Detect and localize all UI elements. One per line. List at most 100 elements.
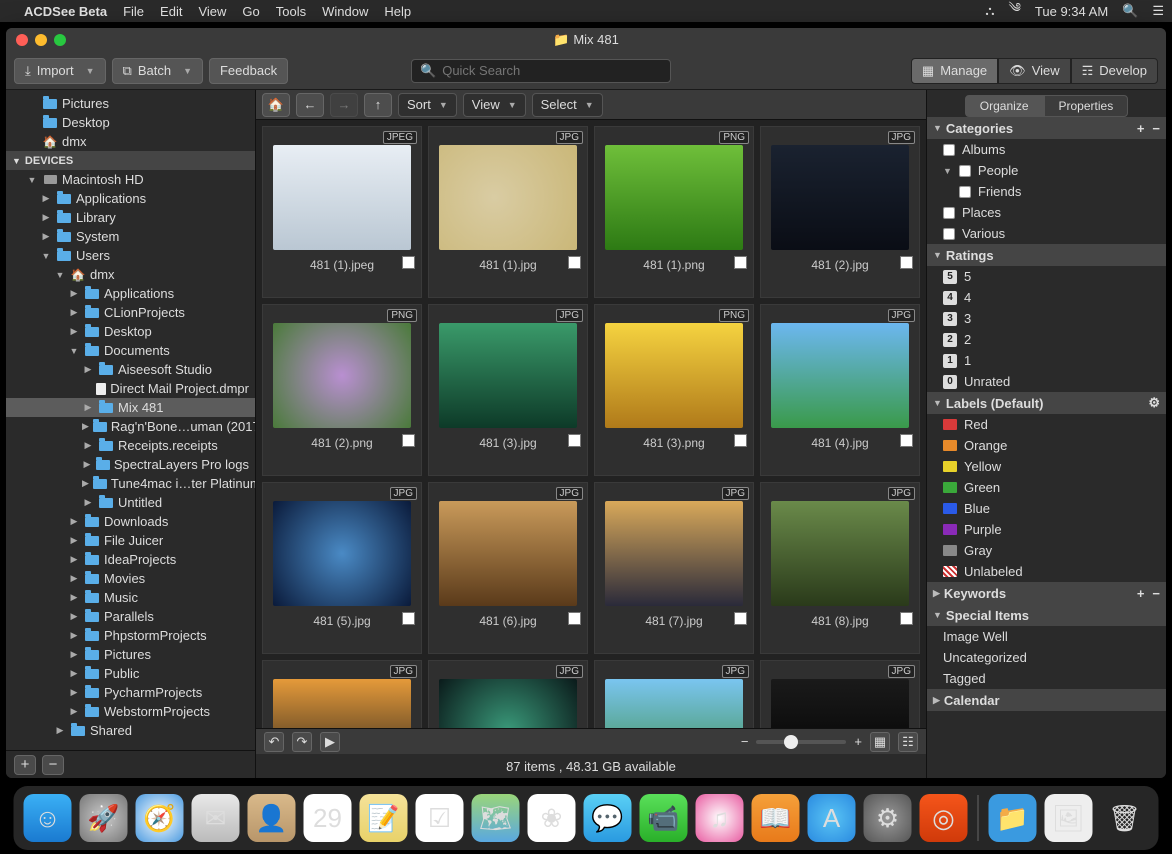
dock-desktop-stack-icon[interactable]: 🖼 (1045, 794, 1093, 842)
category-item[interactable]: Places (927, 202, 1166, 223)
tree-item[interactable]: ▶Untitled (6, 493, 255, 512)
label-item[interactable]: Red (927, 414, 1166, 435)
thumbnail-checkbox[interactable] (402, 612, 415, 625)
rating-item[interactable]: 33 (927, 308, 1166, 329)
disclosure-icon[interactable]: ▶ (82, 459, 92, 470)
disclosure-icon[interactable]: ▼ (54, 270, 66, 280)
menubar-fan-icon[interactable]: ༄ (1009, 0, 1021, 30)
nav-home[interactable]: 🏠 (262, 93, 290, 117)
thumbnail[interactable]: JPG481 (1).jpg (428, 126, 588, 298)
dock-launchpad-icon[interactable]: 🚀 (80, 794, 128, 842)
remove-button[interactable]: − (42, 755, 64, 775)
tree-item[interactable]: Direct Mail Project.dmpr (6, 379, 255, 398)
rotate-cw-button[interactable]: ↷ (292, 732, 312, 752)
thumbnail-checkbox[interactable] (568, 612, 581, 625)
thumbnail[interactable]: JPEG481 (1).jpeg (262, 126, 422, 298)
tree-item[interactable]: ▶Applications (6, 284, 255, 303)
batch-button[interactable]: ⧉ Batch ▼ (112, 58, 203, 84)
special-item[interactable]: Image Well (927, 626, 1166, 647)
select-dropdown[interactable]: Select▼ (532, 93, 603, 117)
disclosure-icon[interactable]: ▶ (68, 554, 80, 565)
disclosure-icon[interactable]: ▶ (68, 288, 80, 299)
disclosure-icon[interactable]: ▶ (82, 497, 94, 508)
tree-item[interactable]: ▼Documents (6, 341, 255, 360)
label-item[interactable]: Unlabeled (927, 561, 1166, 582)
menu-help[interactable]: Help (384, 4, 411, 19)
thumbnail[interactable]: JPG481 (2).jpg (760, 126, 920, 298)
thumbnail[interactable]: JPG481 (5).jpg (262, 482, 422, 654)
thumbnail-checkbox[interactable] (900, 256, 913, 269)
dock-notes-icon[interactable]: 📝 (360, 794, 408, 842)
dock-itunes-icon[interactable]: ♫ (696, 794, 744, 842)
thumbnail[interactable]: PNG481 (3).png (594, 304, 754, 476)
thumbnail[interactable]: JPG481 (4).jpg (760, 304, 920, 476)
dock-maps-icon[interactable]: 🗺 (472, 794, 520, 842)
category-item[interactable]: Friends (927, 181, 1166, 202)
special-item[interactable]: Tagged (927, 668, 1166, 689)
tree-item[interactable]: ▶IdeaProjects (6, 550, 255, 569)
tree-item[interactable]: ▶WebstormProjects (6, 702, 255, 721)
disclosure-icon[interactable]: ▶ (68, 326, 80, 337)
disclosure-icon[interactable]: ▶ (68, 592, 80, 603)
label-item[interactable]: Yellow (927, 456, 1166, 477)
minimize-button[interactable] (35, 34, 47, 46)
rating-item[interactable]: 44 (927, 287, 1166, 308)
dock-acdsee-icon[interactable]: ◎ (920, 794, 968, 842)
tree-item[interactable]: ▶Pictures (6, 645, 255, 664)
viewmode-detail[interactable]: ☷ (898, 732, 918, 752)
dock-contacts-icon[interactable]: 👤 (248, 794, 296, 842)
app-name[interactable]: ACDSee Beta (24, 4, 107, 19)
thumbnail-checkbox[interactable] (734, 434, 747, 447)
search-input[interactable] (442, 63, 662, 78)
menu-file[interactable]: File (123, 4, 144, 19)
disclosure-icon[interactable]: ▶ (40, 231, 52, 242)
rating-item[interactable]: 22 (927, 329, 1166, 350)
tree-item[interactable]: Pictures (6, 94, 255, 113)
zoom-out-icon[interactable]: − (741, 734, 749, 749)
disclosure-icon[interactable]: ▶ (68, 307, 80, 318)
disclosure-icon[interactable]: ▶ (68, 649, 80, 660)
disclosure-icon[interactable]: ▶ (40, 212, 52, 223)
label-item[interactable]: Green (927, 477, 1166, 498)
menubar-extra-icon[interactable]: ⛬ (985, 3, 994, 19)
import-button[interactable]: ⤓ Import ▼ (14, 58, 106, 84)
category-item[interactable]: ▼People (927, 160, 1166, 181)
tree-item[interactable]: ▶Mix 481 (6, 398, 255, 417)
disclosure-icon[interactable]: ▶ (82, 478, 89, 489)
zoom-button[interactable] (54, 34, 66, 46)
dock-appstore-icon[interactable]: A (808, 794, 856, 842)
rotate-ccw-button[interactable]: ↶ (264, 732, 284, 752)
tree-item[interactable]: ▶Movies (6, 569, 255, 588)
thumbnail[interactable]: JPG481 (10).jpg (428, 660, 588, 728)
tab-organize[interactable]: Organize (965, 95, 1044, 117)
disclosure-icon[interactable]: ▶ (68, 687, 80, 698)
tree-item[interactable]: ▶Tune4mac i…ter Platinum (6, 474, 255, 493)
tree-item[interactable]: ▶PycharmProjects (6, 683, 255, 702)
disclosure-icon[interactable]: ▶ (68, 535, 80, 546)
dock-preferences-icon[interactable]: ⚙ (864, 794, 912, 842)
checkbox[interactable] (959, 186, 971, 198)
zoom-slider[interactable] (756, 740, 846, 744)
menu-edit[interactable]: Edit (160, 4, 182, 19)
add-button[interactable]: + (14, 755, 36, 775)
categories-header[interactable]: ▼Categories+− (927, 117, 1166, 139)
tree-item[interactable]: ▶Applications (6, 189, 255, 208)
disclosure-icon[interactable]: ▶ (82, 364, 94, 375)
category-item[interactable]: Albums (927, 139, 1166, 160)
mode-manage[interactable]: ▦Manage (911, 58, 998, 84)
checkbox[interactable] (959, 165, 971, 177)
tree-item[interactable]: Desktop (6, 113, 255, 132)
thumbnail[interactable]: JPG481 (7).jpg (594, 482, 754, 654)
tree-item[interactable]: ▶Shared (6, 721, 255, 740)
thumbnail[interactable]: JPG481 (11).jpg (594, 660, 754, 728)
disclosure-icon[interactable]: ▼ (40, 251, 52, 261)
disclosure-icon[interactable]: ▶ (68, 573, 80, 584)
dock-downloads-icon[interactable]: 📁 (989, 794, 1037, 842)
zoom-knob[interactable] (784, 735, 798, 749)
menubar-clock[interactable]: Tue 9:34 AM (1035, 4, 1108, 19)
tree-item[interactable]: ▶Downloads (6, 512, 255, 531)
tree-item[interactable]: ▶Rag'n'Bone…uman (2017) (6, 417, 255, 436)
close-button[interactable] (16, 34, 28, 46)
mode-develop[interactable]: ☶Develop (1071, 58, 1158, 84)
thumbnail-checkbox[interactable] (734, 256, 747, 269)
